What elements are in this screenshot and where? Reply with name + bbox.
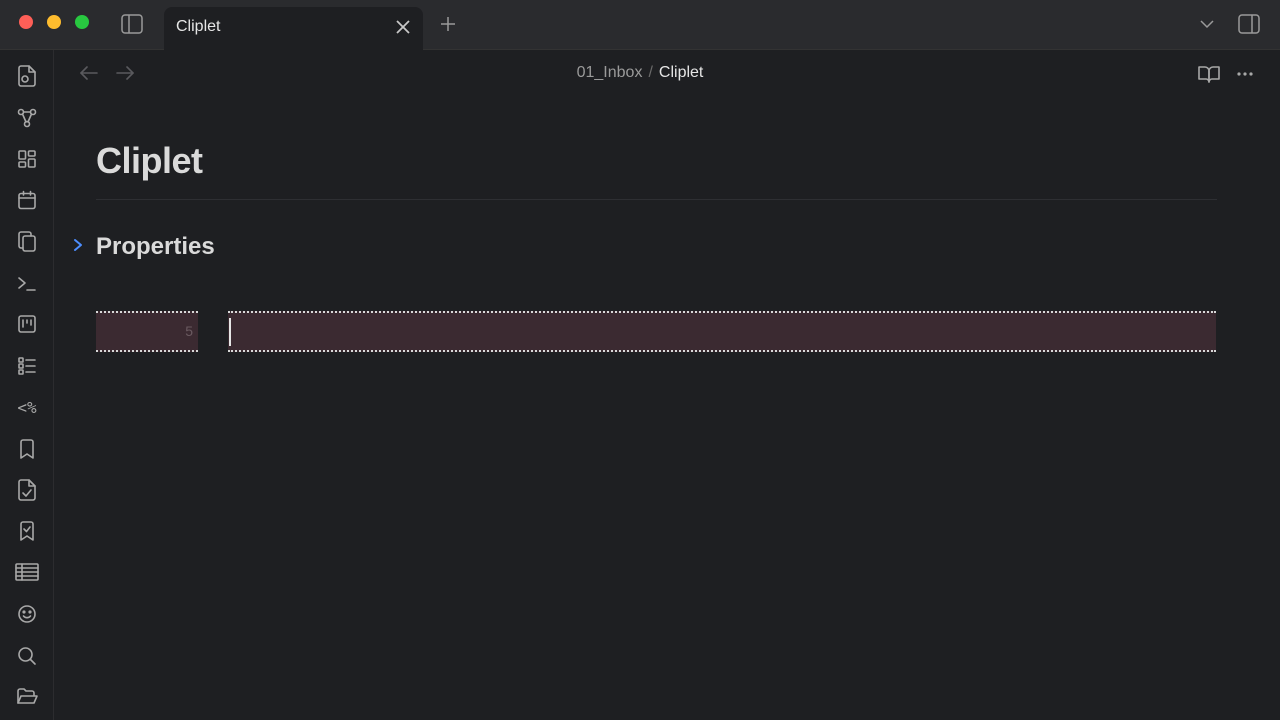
breadcrumb: 01_Inbox / Cliplet	[0, 64, 1280, 82]
calendar-icon[interactable]	[15, 188, 39, 212]
breadcrumb-parent-folder[interactable]: 01_Inbox	[577, 64, 643, 81]
search-icon[interactable]	[15, 644, 39, 668]
table-icon[interactable]	[15, 560, 39, 584]
folder-open-icon[interactable]	[15, 685, 39, 709]
dashboard-icon[interactable]	[15, 147, 39, 171]
bookmark-icon[interactable]	[15, 437, 39, 461]
copy-icon[interactable]	[15, 230, 39, 254]
line-number-gutter: 5	[96, 311, 198, 352]
smiley-icon[interactable]	[15, 602, 39, 626]
tab-cliplet[interactable]: Cliplet	[164, 7, 423, 50]
text-caret	[229, 318, 231, 346]
breadcrumb-current-note[interactable]: Cliplet	[659, 64, 703, 81]
breadcrumb-separator: /	[648, 64, 653, 81]
note-title[interactable]: Cliplet	[96, 140, 203, 182]
new-tab-icon[interactable]	[437, 13, 459, 35]
tab-list-chevron-icon[interactable]	[1196, 13, 1218, 35]
title-divider	[96, 199, 1217, 200]
tab-close-icon[interactable]	[393, 17, 413, 37]
properties-heading[interactable]: Properties	[96, 233, 215, 261]
properties-chevron-icon[interactable]	[70, 237, 86, 253]
maximize-window-button[interactable]	[75, 15, 89, 29]
tab-title: Cliplet	[176, 18, 221, 35]
graph-icon[interactable]	[15, 106, 39, 130]
close-window-button[interactable]	[19, 15, 33, 29]
bookmark-check-icon[interactable]	[15, 519, 39, 543]
templater-icon-text: <%	[17, 397, 37, 417]
templater-icon[interactable]: <%	[15, 395, 39, 419]
line-number: 5	[185, 323, 193, 339]
terminal-icon[interactable]	[15, 272, 39, 296]
reading-view-book-icon[interactable]	[1197, 62, 1221, 86]
checklist-icon[interactable]	[15, 354, 39, 378]
title-bar: Cliplet	[0, 0, 1280, 50]
minimize-window-button[interactable]	[47, 15, 61, 29]
more-options-icon[interactable]	[1233, 62, 1257, 86]
ribbon: <%	[0, 50, 54, 720]
kanban-icon[interactable]	[15, 312, 39, 336]
sidebar-toggle-icon[interactable]	[120, 12, 144, 36]
right-sidebar-toggle-icon[interactable]	[1237, 12, 1261, 36]
app-window: Cliplet <% 01_Inbox / Cliplet Cliplet Pr…	[0, 0, 1280, 720]
file-check-icon[interactable]	[15, 478, 39, 502]
editor-line-input[interactable]	[228, 311, 1216, 352]
